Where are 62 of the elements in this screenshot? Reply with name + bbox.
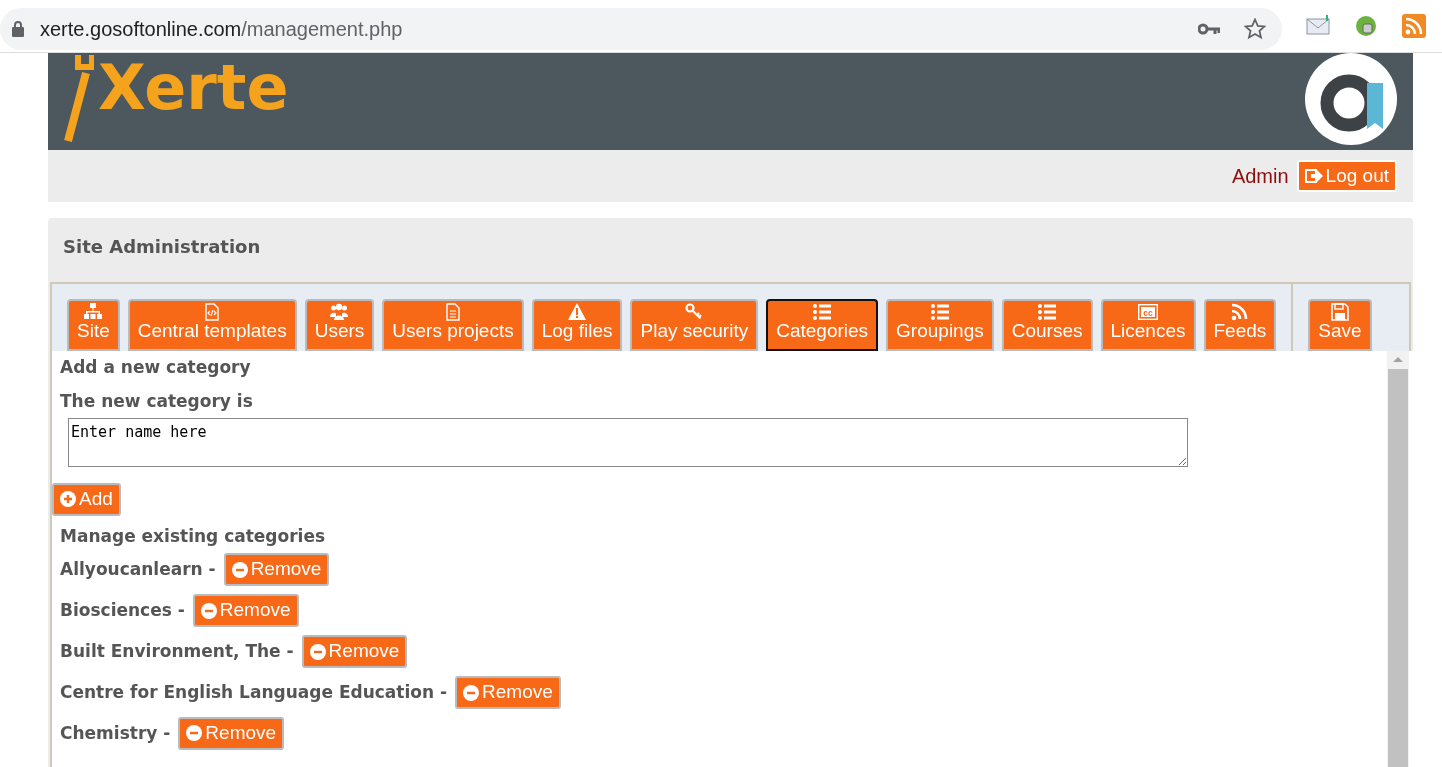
logo-text: Xerte <box>98 57 289 119</box>
section-heading: Manage existing categories <box>59 524 327 548</box>
logout-icon <box>1304 167 1323 185</box>
remove-button[interactable]: Remove <box>455 676 561 709</box>
extension-icon[interactable] <box>1354 14 1378 38</box>
list-icon <box>1038 303 1057 321</box>
lock-icon <box>12 20 24 37</box>
mail-icon[interactable] <box>1306 14 1330 38</box>
cc-icon: cc <box>1138 303 1158 321</box>
tab[interactable]: Courses <box>1001 299 1093 351</box>
remove-button[interactable]: Remove <box>301 635 408 669</box>
minus-circle-icon <box>200 602 217 619</box>
section-heading: Add a new category <box>59 356 252 379</box>
users-icon <box>330 303 349 321</box>
tab[interactable]: Categories <box>766 299 879 351</box>
scroll-up-icon <box>1393 357 1403 362</box>
minus-circle-icon <box>231 561 248 578</box>
list-icon <box>930 303 949 321</box>
document-icon <box>444 303 462 321</box>
list-icon <box>813 303 832 321</box>
tab[interactable]: cc Licences <box>1100 299 1196 351</box>
rss-icon <box>1230 303 1249 321</box>
name-field[interactable]: Enter name here <box>68 418 1188 467</box>
tab[interactable]: Log files <box>531 299 623 351</box>
minus-circle-icon <box>309 643 326 660</box>
category-name: Chemistry - <box>60 721 171 745</box>
category-name: Centre for English Language Education - <box>60 680 448 704</box>
key-icon <box>685 303 704 321</box>
tab[interactable]: Users projects <box>382 299 524 351</box>
code-file-icon <box>203 303 222 321</box>
tab[interactable]: Play security <box>630 299 759 351</box>
plus-circle-icon <box>60 491 76 508</box>
url-path: /management.php <box>241 16 403 42</box>
rss-icon[interactable] <box>1402 14 1426 38</box>
remove-button[interactable]: Remove <box>223 553 330 587</box>
logo-icon <box>1305 53 1397 145</box>
tab[interactable]: Central templates <box>127 299 297 351</box>
tab[interactable]: Users <box>304 299 375 351</box>
tab[interactable]: Feeds <box>1203 299 1277 351</box>
warning-icon <box>568 303 587 321</box>
category-name: Built Environment, The - <box>60 639 294 663</box>
address-bar[interactable]: xerte.gosoftonline.com/management.php <box>0 7 1282 50</box>
panel-title: Site Administration <box>62 235 262 259</box>
key-icon[interactable] <box>1198 22 1220 35</box>
url-host: xerte.gosoftonline.com <box>40 16 242 42</box>
add-button[interactable]: Add <box>52 483 121 516</box>
sitemap-icon <box>84 303 103 321</box>
minus-circle-icon <box>186 725 203 742</box>
tab[interactable]: Site <box>67 299 120 351</box>
user-name: Admin <box>1231 164 1289 189</box>
logout-button[interactable]: Log out <box>1296 159 1397 193</box>
tab[interactable]: Groupings <box>886 299 994 351</box>
category-name: Biosciences - <box>60 598 185 622</box>
remove-button[interactable]: Remove <box>192 594 299 628</box>
wrench-icon <box>64 53 94 143</box>
field-label: The new category is <box>59 389 254 413</box>
save-button[interactable]: Save <box>1308 299 1372 351</box>
minus-circle-icon <box>463 684 480 701</box>
save-icon <box>1330 303 1349 321</box>
category-name: Allyoucanlearn - <box>60 558 216 582</box>
star-icon[interactable] <box>1244 17 1266 40</box>
remove-button[interactable]: Remove <box>178 716 285 750</box>
